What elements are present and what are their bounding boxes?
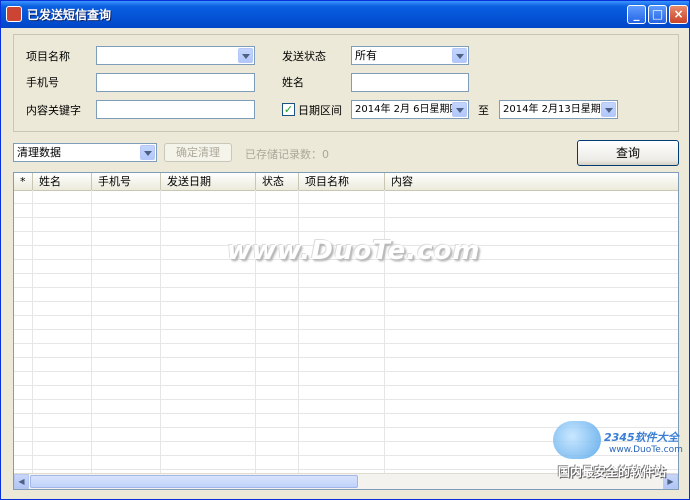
- date-from-picker[interactable]: 2014年 2月 6日星期四: [351, 100, 469, 119]
- send-status-label: 发送状态: [282, 50, 326, 63]
- column-header-send-date[interactable]: 发送日期: [161, 173, 256, 190]
- table-row[interactable]: [14, 218, 678, 232]
- cleanup-select-value: 清理数据: [17, 146, 61, 159]
- cleanup-select[interactable]: 清理数据: [13, 143, 157, 162]
- table-row[interactable]: [14, 386, 678, 400]
- table-row[interactable]: [14, 344, 678, 358]
- table-row[interactable]: [14, 330, 678, 344]
- chevron-down-icon[interactable]: [140, 145, 155, 160]
- table-row[interactable]: [14, 372, 678, 386]
- column-divider: [160, 190, 161, 474]
- watermark-text: www.DuoTe.com: [227, 236, 481, 266]
- close-button[interactable]: ×: [669, 5, 688, 24]
- date-range-checkbox[interactable]: ✓: [282, 103, 295, 116]
- table-row[interactable]: [14, 358, 678, 372]
- project-name-label: 项目名称: [26, 50, 70, 63]
- confirm-cleanup-button[interactable]: 确定清理: [164, 143, 232, 162]
- app-window: 已发送短信查询 _ □ × 项目名称 发送状态 所有 手机号 姓名 内容关键字 …: [0, 0, 690, 500]
- table-row[interactable]: [14, 204, 678, 218]
- column-header-phone[interactable]: 手机号: [92, 173, 161, 190]
- table-row[interactable]: [14, 190, 678, 204]
- scrollbar-thumb[interactable]: [30, 475, 358, 488]
- keyword-input[interactable]: [96, 100, 255, 119]
- column-divider: [32, 190, 33, 474]
- project-name-combo[interactable]: [96, 46, 255, 65]
- stored-count-text: 已存储记录数：0: [245, 148, 329, 161]
- phone-input[interactable]: [96, 73, 255, 92]
- column-divider: [91, 190, 92, 474]
- table-row[interactable]: [14, 274, 678, 288]
- row-marker-header: *: [14, 173, 33, 190]
- maximize-button[interactable]: □: [648, 5, 667, 24]
- table-row[interactable]: [14, 288, 678, 302]
- send-status-value: 所有: [355, 49, 377, 62]
- date-to-label: 至: [478, 104, 489, 117]
- column-divider: [384, 190, 385, 474]
- chevron-down-icon[interactable]: [238, 48, 253, 63]
- date-to-value: 2014年 2月13日星期四: [503, 104, 611, 115]
- brand-url-text: www.DuoTe.com: [609, 445, 683, 455]
- scroll-left-icon[interactable]: ◀: [14, 474, 29, 489]
- column-header-project-name[interactable]: 项目名称: [299, 173, 385, 190]
- table-row[interactable]: [14, 400, 678, 414]
- date-to-picker[interactable]: 2014年 2月13日星期四: [499, 100, 618, 119]
- date-range-label: 日期区间: [298, 104, 342, 117]
- table-row[interactable]: [14, 316, 678, 330]
- brand-slogan-text: 国内最安全的软件站: [558, 465, 667, 479]
- chevron-down-icon[interactable]: [601, 102, 616, 117]
- send-status-combo[interactable]: 所有: [351, 46, 469, 65]
- table-header: * 姓名 手机号 发送日期 状态 项目名称 内容: [14, 173, 678, 191]
- phone-label: 手机号: [26, 76, 59, 89]
- column-divider: [255, 190, 256, 474]
- chevron-down-icon[interactable]: [452, 102, 467, 117]
- app-icon: [6, 6, 22, 22]
- query-button[interactable]: 查询: [577, 140, 679, 166]
- title-bar[interactable]: 已发送短信查询 _ □ ×: [1, 1, 689, 28]
- brand-name-text: 2345软件大全: [604, 431, 679, 444]
- column-header-content[interactable]: 内容: [385, 173, 678, 190]
- column-header-name[interactable]: 姓名: [33, 173, 92, 190]
- keyword-label: 内容关键字: [26, 104, 81, 117]
- name-label: 姓名: [282, 76, 304, 89]
- column-divider: [298, 190, 299, 474]
- name-input[interactable]: [351, 73, 469, 92]
- window-title: 已发送短信查询: [27, 8, 112, 22]
- column-header-status[interactable]: 状态: [256, 173, 299, 190]
- minimize-button[interactable]: _: [627, 5, 646, 24]
- table-row[interactable]: [14, 302, 678, 316]
- brand-logo-icon: [553, 421, 601, 459]
- chevron-down-icon[interactable]: [452, 48, 467, 63]
- date-from-value: 2014年 2月 6日星期四: [355, 104, 460, 115]
